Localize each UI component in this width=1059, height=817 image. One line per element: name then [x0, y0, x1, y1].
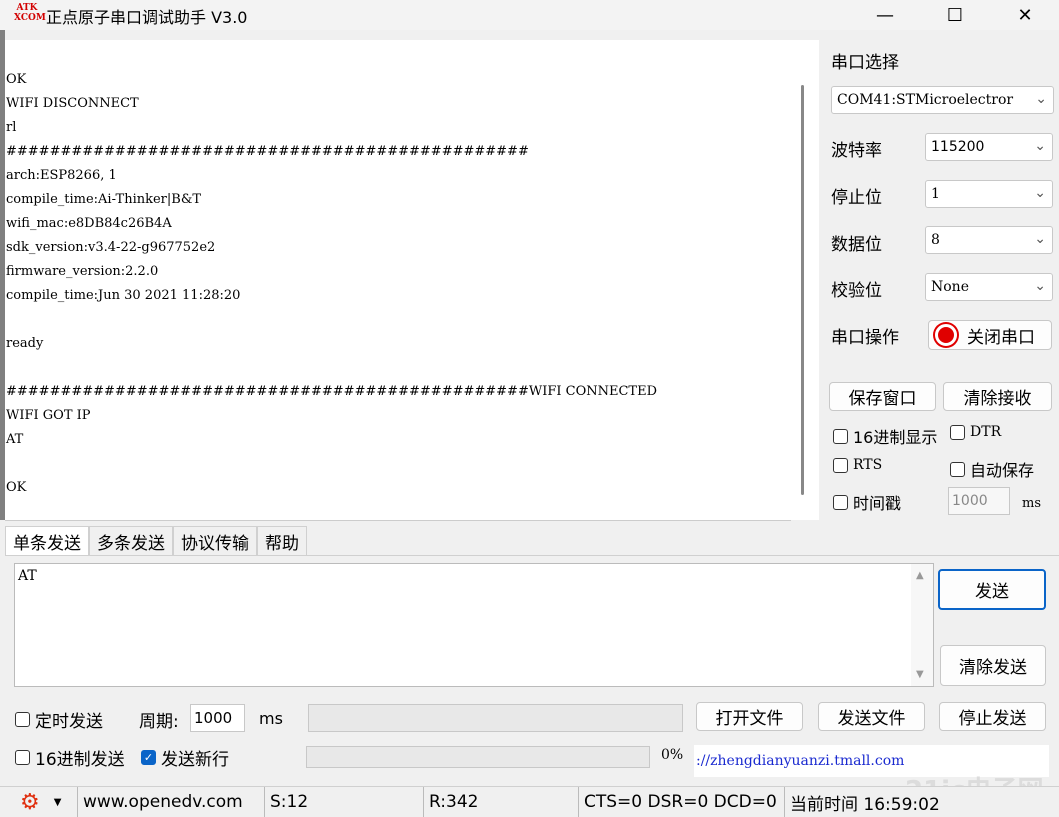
send-button[interactable]: 发送: [938, 569, 1046, 610]
scroll-up-icon[interactable]: ▲: [916, 570, 924, 581]
record-icon: [935, 324, 957, 346]
tab-divider: [5, 555, 1059, 556]
save-window-button[interactable]: 保存窗口: [829, 382, 936, 411]
tab-single-send[interactable]: 单条发送: [5, 526, 89, 556]
data-bits-value: 8: [931, 232, 940, 248]
chevron-down-icon: ⌄: [1034, 185, 1046, 201]
timestamp-unit: ms: [1022, 496, 1041, 511]
send-progress-bar: [306, 746, 650, 768]
parity-label: 校验位: [831, 281, 882, 301]
website-link[interactable]: www.openedv.com: [78, 787, 265, 817]
receive-content: OK WIFI DISCONNECT rl ##################…: [6, 72, 658, 495]
data-bits-select[interactable]: 8 ⌄: [925, 226, 1053, 254]
port-select-value: COM41:STMicroelectror: [837, 92, 1014, 108]
chevron-down-icon: ⌄: [1034, 231, 1046, 247]
send-text-area[interactable]: AT ▲ ▼: [14, 563, 934, 687]
period-unit: ms: [259, 709, 283, 728]
checkbox-box[interactable]: [833, 457, 848, 473]
sent-count: S:12: [265, 787, 424, 817]
receive-text-area[interactable]: OK WIFI DISCONNECT rl ##################…: [5, 40, 791, 521]
rts-checkbox[interactable]: RTS: [833, 457, 882, 473]
checkbox-box[interactable]: [833, 494, 848, 510]
chevron-down-icon[interactable]: ▼: [54, 797, 62, 808]
timestamp-checkbox[interactable]: 时间戳: [833, 490, 901, 514]
line-status: CTS=0 DSR=0 DCD=0: [579, 787, 785, 817]
send-content: AT: [18, 568, 37, 584]
send-scrollbar[interactable]: ▲ ▼: [911, 564, 933, 686]
send-newline-checkbox[interactable]: ✓ 发送新行: [141, 745, 229, 770]
checkbox-box[interactable]: [950, 424, 965, 440]
tab-protocol[interactable]: 协议传输: [173, 526, 257, 556]
check-icon[interactable]: ✓: [141, 750, 156, 765]
port-op-label: 串口操作: [831, 328, 899, 348]
port-select[interactable]: COM41:STMicroelectror ⌄: [831, 86, 1054, 114]
stop-bits-label: 停止位: [831, 188, 882, 208]
maximize-icon[interactable]: ☐: [920, 0, 990, 30]
auto-save-label: 自动保存: [970, 461, 1035, 480]
logo-bottom-text: XCOM: [14, 13, 46, 23]
clear-receive-button[interactable]: 清除接收: [943, 382, 1052, 411]
period-label: 周期:: [139, 712, 179, 732]
settings-menu[interactable]: ⚙ ▼: [0, 787, 78, 817]
receive-scrollbar[interactable]: [791, 40, 819, 520]
chevron-down-icon: ⌄: [1034, 138, 1046, 154]
checkbox-box[interactable]: [950, 461, 965, 477]
parity-value: None: [931, 279, 969, 295]
close-port-button[interactable]: 关闭串口: [928, 320, 1052, 350]
gear-icon[interactable]: ⚙: [20, 790, 40, 815]
clear-send-button[interactable]: 清除发送: [940, 645, 1046, 686]
auto-save-checkbox[interactable]: 自动保存: [950, 457, 1034, 481]
checkbox-box[interactable]: [15, 712, 30, 727]
period-progress-field: [308, 704, 683, 732]
hex-display-label: 16进制显示: [853, 428, 938, 447]
tab-help[interactable]: 帮助: [257, 526, 307, 556]
baud-select[interactable]: 115200 ⌄: [925, 133, 1053, 161]
send-progress-text: 0%: [661, 747, 684, 763]
stop-send-button[interactable]: 停止发送: [939, 702, 1046, 731]
timestamp-input[interactable]: 1000: [948, 487, 1010, 515]
stop-bits-select[interactable]: 1 ⌄: [925, 180, 1053, 208]
data-bits-label: 数据位: [831, 235, 882, 255]
hex-send-checkbox[interactable]: 16进制发送: [15, 745, 125, 770]
stop-bits-value: 1: [931, 186, 940, 202]
checkbox-box[interactable]: [15, 750, 30, 765]
send-newline-label: 发送新行: [161, 750, 229, 770]
app-logo: ATK XCOM: [14, 3, 46, 25]
logo-top-text: ATK: [16, 3, 38, 13]
dtr-label: DTR: [970, 424, 1002, 440]
close-port-label: 关闭串口: [967, 327, 1035, 348]
current-time: 当前时间 16:59:02: [790, 794, 940, 815]
period-input[interactable]: 1000: [190, 704, 245, 732]
status-bar: ⚙ ▼ www.openedv.com S:12 R:342 CTS=0 DSR…: [0, 786, 1059, 817]
receive-scroll-thumb[interactable]: [801, 85, 804, 495]
chevron-down-icon: ⌄: [1034, 278, 1046, 294]
baud-select-value: 115200: [931, 139, 985, 155]
hex-display-checkbox[interactable]: 16进制显示: [833, 424, 937, 448]
parity-select[interactable]: None ⌄: [925, 273, 1053, 301]
rts-label: RTS: [853, 457, 883, 473]
open-file-button[interactable]: 打开文件: [696, 702, 803, 731]
checkbox-box[interactable]: [833, 428, 848, 444]
chevron-down-icon: ⌄: [1035, 91, 1047, 107]
dtr-checkbox[interactable]: DTR: [950, 424, 1001, 440]
window-title: 正点原子串口调试助手 V3.0: [46, 8, 248, 27]
timestamp-label: 时间戳: [853, 494, 902, 513]
port-label: 串口选择: [831, 53, 899, 73]
timed-send-checkbox[interactable]: 定时发送: [15, 707, 103, 732]
scroll-down-icon[interactable]: ▼: [916, 669, 924, 680]
timed-send-label: 定时发送: [35, 712, 103, 732]
send-tabs: 单条发送 多条发送 协议传输 帮助: [5, 526, 307, 556]
send-file-button[interactable]: 发送文件: [818, 702, 925, 731]
close-icon[interactable]: ✕: [990, 0, 1059, 30]
hex-send-label: 16进制发送: [35, 750, 125, 770]
received-count: R:342: [424, 787, 579, 817]
baud-label: 波特率: [831, 141, 882, 161]
minimize-icon[interactable]: —: [850, 0, 920, 30]
tab-multi-send[interactable]: 多条发送: [89, 526, 173, 556]
